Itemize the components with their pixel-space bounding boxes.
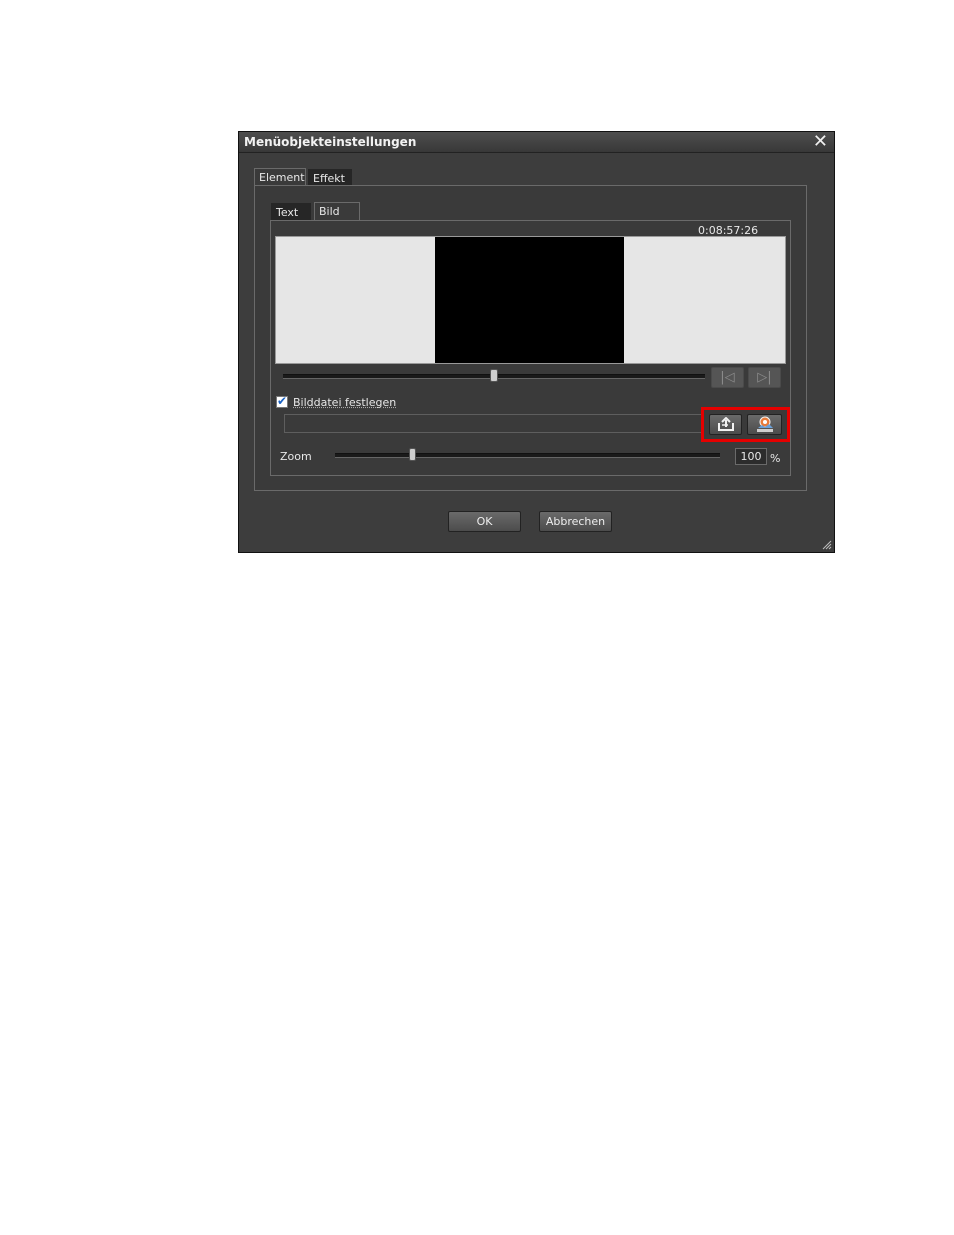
image-from-clip-icon bbox=[756, 416, 773, 432]
zoom-slider-thumb[interactable] bbox=[409, 448, 416, 461]
set-image-file-checkbox[interactable]: ✔ bbox=[276, 394, 288, 408]
load-image-icon bbox=[717, 416, 734, 431]
zoom-label: Zoom bbox=[280, 450, 312, 463]
zoom-unit: % bbox=[770, 452, 781, 465]
load-image-button[interactable] bbox=[709, 414, 742, 435]
image-path-field[interactable] bbox=[284, 414, 702, 433]
zoom-slider-track[interactable] bbox=[335, 453, 720, 458]
tab-text[interactable]: Text bbox=[271, 203, 311, 221]
zoom-input[interactable]: 100 bbox=[735, 448, 767, 465]
position-slider-thumb[interactable] bbox=[490, 369, 498, 382]
tab-element[interactable]: Element bbox=[254, 168, 306, 186]
title-bar[interactable]: Menüobjekteinstellungen ✕ bbox=[239, 132, 834, 153]
image-from-clip-button[interactable] bbox=[747, 414, 782, 435]
ok-button[interactable]: OK bbox=[448, 511, 521, 532]
checkmark-icon: ✔ bbox=[277, 394, 288, 408]
close-icon[interactable]: ✕ bbox=[813, 132, 828, 152]
preview-area bbox=[275, 236, 786, 364]
previous-frame-button[interactable]: |◁ bbox=[711, 367, 744, 388]
step-back-icon: |◁ bbox=[720, 370, 735, 385]
cancel-button[interactable]: Abbrechen bbox=[539, 511, 612, 532]
set-image-file-label: Bilddatei festlegen bbox=[293, 396, 397, 409]
resize-grip-icon[interactable] bbox=[820, 538, 832, 550]
next-frame-button[interactable]: ▷| bbox=[748, 367, 781, 388]
dialog-title: Menüobjekteinstellungen bbox=[244, 135, 417, 149]
menu-item-settings-dialog: Menüobjekteinstellungen ✕ Element Effekt… bbox=[238, 131, 835, 553]
tab-bild[interactable]: Bild bbox=[314, 202, 360, 220]
preview-frame bbox=[435, 237, 624, 363]
step-forward-icon: ▷| bbox=[757, 370, 772, 385]
